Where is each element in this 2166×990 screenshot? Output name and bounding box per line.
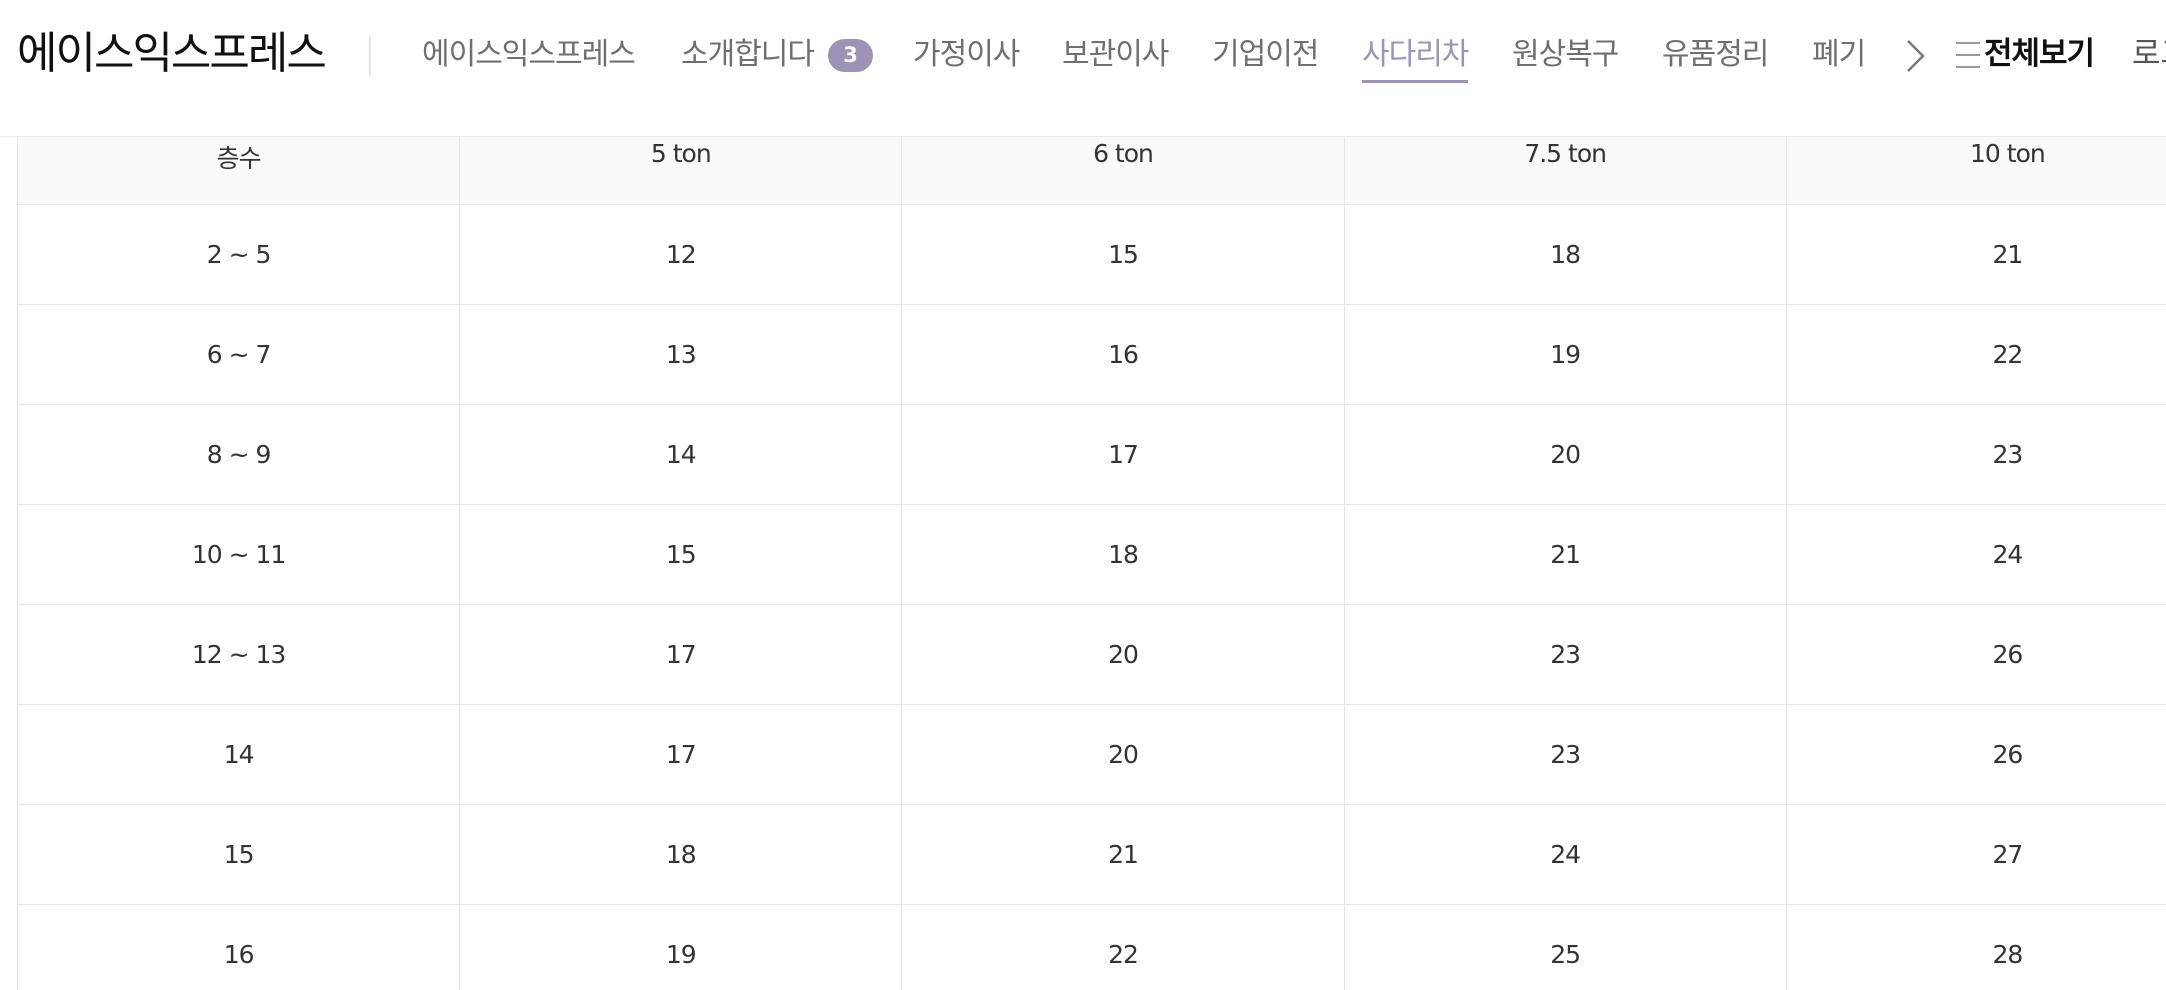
table-cell: 23 bbox=[1343, 703, 1787, 805]
table-cell: 21 bbox=[1785, 203, 2166, 305]
menu-icon[interactable] bbox=[1954, 39, 1982, 71]
table-cell: 17 bbox=[459, 603, 903, 705]
header-5-ton: 5 ton bbox=[459, 137, 903, 205]
table-cell: 23 bbox=[1343, 603, 1787, 705]
table-cell: 27 bbox=[1785, 803, 2166, 905]
table-cell: 17 bbox=[459, 703, 903, 805]
nav-item-restoration[interactable]: 원상복구 bbox=[1512, 35, 1619, 83]
table-cell: 12 bbox=[459, 203, 903, 305]
login-link[interactable]: 로그인 bbox=[2132, 32, 2166, 76]
table-cell: 23 bbox=[1785, 403, 2166, 505]
nav-item-office-moving[interactable]: 기업이전 bbox=[1212, 35, 1319, 83]
table-cell: 8 ~ 9 bbox=[17, 403, 461, 505]
site-header: 에이스익스프레스 에이스익스프레스 소개합니다 3 가정이사 보관이사 기업이전… bbox=[0, 0, 2166, 137]
ladder-truck-price-table: 층수 5 ton 6 ton 7.5 ton 10 ton 2 ~ 5 12 1… bbox=[17, 137, 2166, 990]
table-row: 6 ~ 7 13 16 19 22 bbox=[17, 303, 2166, 405]
table-cell: 22 bbox=[1785, 303, 2166, 405]
table-cell: 24 bbox=[1785, 503, 2166, 605]
table-cell: 16 bbox=[901, 303, 1345, 405]
table-cell: 14 bbox=[17, 703, 461, 805]
table-cell: 6 ~ 7 bbox=[17, 303, 461, 405]
table-row: 2 ~ 5 12 15 18 21 bbox=[17, 203, 2166, 305]
table-cell: 17 bbox=[901, 403, 1345, 505]
table-cell: 19 bbox=[459, 903, 903, 990]
nav-item-company[interactable]: 에이스익스프레스 bbox=[422, 35, 636, 83]
table-cell: 14 bbox=[459, 403, 903, 505]
table-cell: 24 bbox=[1343, 803, 1787, 905]
table-cell: 20 bbox=[1343, 403, 1787, 505]
table-cell: 28 bbox=[1785, 903, 2166, 990]
nav-item-ladder-truck[interactable]: 사다리차 bbox=[1362, 35, 1469, 83]
table-cell: 12 ~ 13 bbox=[17, 603, 461, 705]
table-cell: 18 bbox=[901, 503, 1345, 605]
table-cell: 10 ~ 11 bbox=[17, 503, 461, 605]
header-7-5-ton: 7.5 ton bbox=[1343, 137, 1787, 205]
brand-logo[interactable]: 에이스익스프레스 bbox=[17, 26, 327, 82]
table-cell: 21 bbox=[901, 803, 1345, 905]
table-cell: 20 bbox=[901, 703, 1345, 805]
header-floors: 층수 bbox=[17, 137, 461, 205]
table-cell: 25 bbox=[1343, 903, 1787, 990]
header-10-ton: 10 ton bbox=[1785, 137, 2166, 205]
table-cell: 15 bbox=[17, 803, 461, 905]
chevron-right-icon[interactable] bbox=[1900, 36, 1930, 76]
table-header-row: 층수 5 ton 6 ton 7.5 ton 10 ton bbox=[17, 137, 2166, 205]
table-cell: 21 bbox=[1343, 503, 1787, 605]
header-6-ton: 6 ton bbox=[901, 137, 1345, 205]
table-cell: 19 bbox=[1343, 303, 1787, 405]
table-row: 10 ~ 11 15 18 21 24 bbox=[17, 503, 2166, 605]
table-cell: 20 bbox=[901, 603, 1345, 705]
table-row: 12 ~ 13 17 20 23 26 bbox=[17, 603, 2166, 705]
price-table-container: 층수 5 ton 6 ton 7.5 ton 10 ton 2 ~ 5 12 1… bbox=[17, 137, 2166, 990]
nav-item-disposal[interactable]: 폐기 bbox=[1812, 35, 1866, 83]
table-cell: 18 bbox=[459, 803, 903, 905]
table-cell: 18 bbox=[1343, 203, 1787, 305]
nav-item-about[interactable]: 소개합니다 bbox=[681, 35, 815, 83]
brand-divider bbox=[369, 36, 371, 76]
nav-item-home-moving[interactable]: 가정이사 bbox=[913, 35, 1020, 83]
table-cell: 26 bbox=[1785, 703, 2166, 805]
table-cell: 15 bbox=[459, 503, 903, 605]
table-cell: 26 bbox=[1785, 603, 2166, 705]
nav-item-estate-cleanup[interactable]: 유품정리 bbox=[1662, 35, 1769, 83]
table-row: 16 19 22 25 28 bbox=[17, 903, 2166, 990]
table-cell: 13 bbox=[459, 303, 903, 405]
nav-badge-count: 3 bbox=[828, 39, 873, 72]
view-all-menu-button[interactable]: 전체보기 bbox=[1984, 32, 2095, 76]
table-row: 8 ~ 9 14 17 20 23 bbox=[17, 403, 2166, 505]
table-cell: 2 ~ 5 bbox=[17, 203, 461, 305]
table-row: 14 17 20 23 26 bbox=[17, 703, 2166, 805]
table-cell: 22 bbox=[901, 903, 1345, 990]
nav-item-storage-moving[interactable]: 보관이사 bbox=[1062, 35, 1169, 83]
table-cell: 16 bbox=[17, 903, 461, 990]
table-row: 15 18 21 24 27 bbox=[17, 803, 2166, 905]
table-cell: 15 bbox=[901, 203, 1345, 305]
